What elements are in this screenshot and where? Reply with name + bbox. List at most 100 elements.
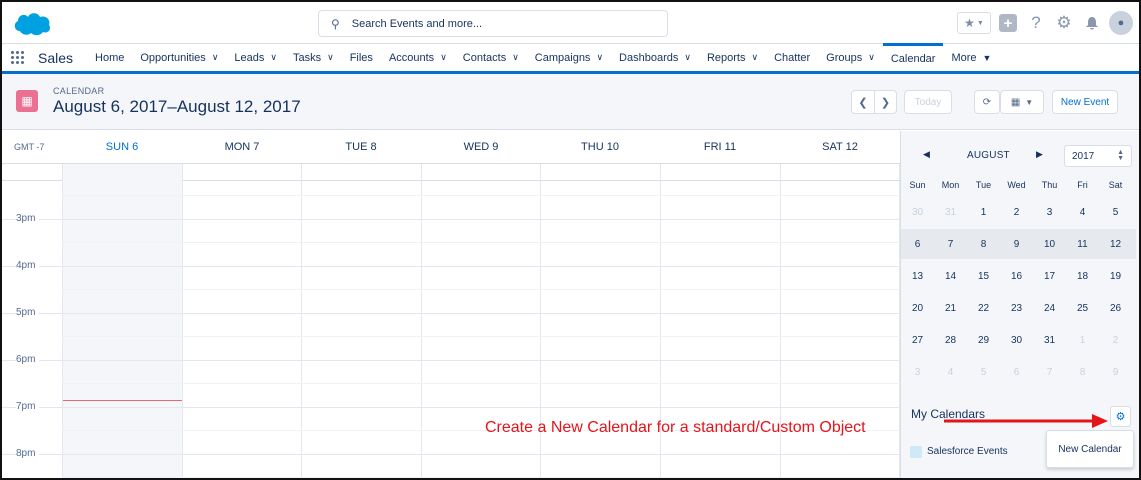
- chevron-right-icon: ❯: [880, 96, 891, 109]
- nav-item-reports[interactable]: Reports ∨: [699, 44, 766, 71]
- chevron-down-icon[interactable]: ∨: [327, 52, 334, 63]
- mini-day-cell[interactable]: 3: [901, 367, 934, 378]
- mini-day-cell[interactable]: 20: [901, 303, 934, 314]
- global-actions-button[interactable]: +: [997, 12, 1019, 34]
- mini-day-cell[interactable]: 4: [934, 367, 967, 378]
- next-week-button[interactable]: ❯: [874, 91, 896, 113]
- mini-day-cell[interactable]: 5: [1099, 207, 1132, 218]
- nav-item-contacts[interactable]: Contacts ∨: [455, 44, 527, 71]
- mini-day-cell[interactable]: 7: [934, 239, 967, 250]
- day-header-cell[interactable]: TUE 8: [301, 141, 421, 153]
- nav-item-campaigns[interactable]: Campaigns ∨: [527, 44, 611, 71]
- mini-day-cell[interactable]: 4: [1066, 207, 1099, 218]
- mini-day-cell[interactable]: 8: [967, 239, 1000, 250]
- day-header-cell[interactable]: FRI 11: [660, 141, 780, 153]
- nav-item-tasks[interactable]: Tasks ∨: [285, 44, 342, 71]
- nav-more-label: More: [951, 51, 977, 64]
- nav-item-label: Opportunities: [140, 51, 206, 64]
- setup-button[interactable]: ⚙: [1053, 12, 1075, 34]
- mini-day-cell[interactable]: 7: [1033, 367, 1066, 378]
- mini-day-cell[interactable]: 24: [1033, 303, 1066, 314]
- mini-day-cell[interactable]: 22: [967, 303, 1000, 314]
- nav-item-calendar[interactable]: Calendar: [882, 43, 944, 71]
- mini-day-cell[interactable]: 27: [901, 335, 934, 346]
- mini-day-cell[interactable]: 23: [1000, 303, 1033, 314]
- app-launcher-button[interactable]: [2, 44, 32, 71]
- chevron-down-icon[interactable]: ∨: [751, 52, 758, 63]
- mini-day-cell[interactable]: 25: [1066, 303, 1099, 314]
- nav-item-dashboards[interactable]: Dashboards ∨: [611, 44, 699, 71]
- salesforce-events-checkbox[interactable]: [910, 446, 922, 458]
- mini-day-cell[interactable]: 18: [1066, 271, 1099, 282]
- mini-day-cell[interactable]: 10: [1033, 239, 1066, 250]
- mini-day-cell[interactable]: 30: [901, 207, 934, 218]
- chevron-down-icon[interactable]: ∨: [684, 52, 691, 63]
- chevron-down-icon[interactable]: ∨: [512, 52, 519, 63]
- notifications-button[interactable]: [1081, 12, 1103, 34]
- nav-item-chatter[interactable]: Chatter: [766, 44, 818, 71]
- chevron-down-icon[interactable]: ∨: [440, 52, 447, 63]
- salesforce-cloud-logo[interactable]: [12, 9, 52, 37]
- mini-day-cell[interactable]: 17: [1033, 271, 1066, 282]
- mini-day-cell[interactable]: 15: [967, 271, 1000, 282]
- nav-more-menu[interactable]: More ▼: [943, 44, 999, 71]
- mini-day-cell[interactable]: 9: [1099, 367, 1132, 378]
- day-header-row: GMT -7 SUN 6 MON 7 TUE 8 WED 9 THU 10 FRI 11 S…: [2, 131, 900, 164]
- mini-day-cell[interactable]: 13: [901, 271, 934, 282]
- mini-day-cell[interactable]: 14: [934, 271, 967, 282]
- day-header-cell[interactable]: SAT 12: [780, 141, 900, 153]
- global-search-input[interactable]: ⚲ Search Events and more...: [318, 10, 668, 37]
- mini-day-cell[interactable]: 26: [1099, 303, 1132, 314]
- mini-day-cell[interactable]: 6: [1000, 367, 1033, 378]
- mini-day-cell[interactable]: 21: [934, 303, 967, 314]
- favorites-button[interactable]: ★ ▼: [957, 12, 991, 34]
- mini-day-cell[interactable]: 31: [934, 207, 967, 218]
- mini-day-cell[interactable]: 2: [1099, 335, 1132, 346]
- chevron-down-icon[interactable]: ∨: [212, 52, 219, 63]
- mini-day-cell[interactable]: 1: [967, 207, 1000, 218]
- chevron-down-icon[interactable]: ∨: [868, 52, 875, 63]
- mini-day-cell[interactable]: 28: [934, 335, 967, 346]
- nav-item-files[interactable]: Files: [342, 44, 381, 71]
- previous-week-button[interactable]: ❮: [852, 91, 874, 113]
- day-header-cell[interactable]: THU 10: [540, 141, 660, 153]
- nav-item-accounts[interactable]: Accounts ∨: [381, 44, 455, 71]
- help-button[interactable]: ?: [1025, 12, 1047, 34]
- calendar-view-menu[interactable]: ▦ ▼: [1000, 90, 1044, 114]
- day-header-cell[interactable]: MON 7: [182, 141, 302, 153]
- mini-day-cell[interactable]: 12: [1099, 239, 1132, 250]
- mini-day-cell[interactable]: 3: [1033, 207, 1066, 218]
- mini-day-cell[interactable]: 6: [901, 239, 934, 250]
- mini-next-month-button[interactable]: ▶: [1036, 149, 1043, 160]
- chevron-down-icon[interactable]: ∨: [596, 52, 603, 63]
- refresh-button[interactable]: ⟳: [974, 90, 1000, 114]
- new-event-button[interactable]: New Event: [1052, 90, 1118, 114]
- mini-weekday-label: Sun: [909, 180, 926, 190]
- mini-day-cell[interactable]: 8: [1066, 367, 1099, 378]
- nav-item-opportunities[interactable]: Opportunities ∨: [132, 44, 226, 71]
- calendar-list-item[interactable]: Salesforce Events: [927, 446, 1008, 457]
- mini-day-cell[interactable]: 31: [1033, 335, 1066, 346]
- mini-day-cell[interactable]: 9: [1000, 239, 1033, 250]
- mini-day-cell[interactable]: 30: [1000, 335, 1033, 346]
- day-header-cell[interactable]: SUN 6: [62, 141, 182, 153]
- mini-day-cell[interactable]: 11: [1066, 239, 1099, 250]
- mini-day-cell[interactable]: 1: [1066, 335, 1099, 346]
- year-select[interactable]: 2017 ▲ ▼: [1064, 145, 1132, 167]
- nav-item-groups[interactable]: Groups ∨: [818, 44, 883, 71]
- today-button[interactable]: Today: [904, 90, 952, 114]
- mini-day-cell[interactable]: 29: [967, 335, 1000, 346]
- chevron-down-icon[interactable]: ∨: [270, 52, 277, 63]
- calendar-icon: ▦: [16, 90, 38, 112]
- new-calendar-menu-item[interactable]: New Calendar: [1046, 430, 1134, 468]
- nav-item-home[interactable]: Home: [87, 44, 132, 71]
- day-header-cell[interactable]: WED 9: [421, 141, 541, 153]
- mini-prev-month-button[interactable]: ◀: [923, 149, 930, 160]
- my-calendars-settings-button[interactable]: ⚙: [1110, 406, 1131, 427]
- user-avatar[interactable]: ●: [1109, 11, 1133, 35]
- mini-day-cell[interactable]: 2: [1000, 207, 1033, 218]
- mini-day-cell[interactable]: 5: [967, 367, 1000, 378]
- mini-day-cell[interactable]: 16: [1000, 271, 1033, 282]
- mini-day-cell[interactable]: 19: [1099, 271, 1132, 282]
- nav-item-leads[interactable]: Leads ∨: [226, 44, 285, 71]
